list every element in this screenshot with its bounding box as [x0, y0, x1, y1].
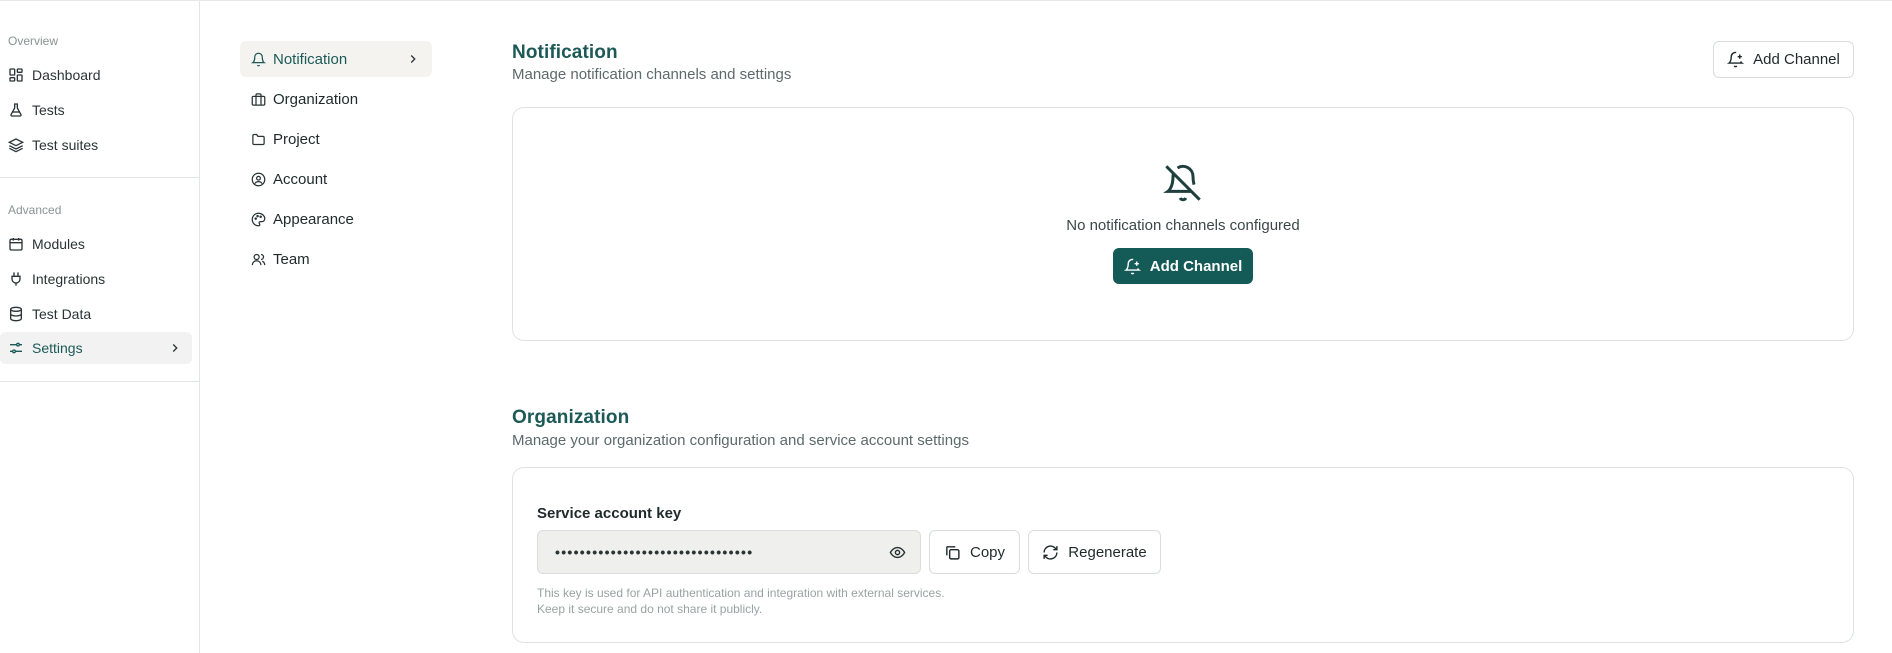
layers-icon: [8, 137, 24, 153]
settings-nav-project[interactable]: Project: [240, 121, 432, 157]
sidebar-item-dashboard[interactable]: Dashboard: [0, 59, 192, 91]
add-channel-primary-label: Add Channel: [1149, 257, 1243, 275]
folder-icon: [251, 132, 266, 147]
notification-title: Notification: [512, 42, 618, 63]
briefcase-icon: [251, 92, 266, 107]
sidebar-item-label: Tests: [32, 102, 65, 118]
organization-subtitle: Manage your organization configuration a…: [512, 432, 969, 449]
add-channel-label: Add Channel: [1753, 51, 1840, 68]
masked-key-value: ••••••••••••••••••••••••••••••••: [555, 544, 754, 560]
palette-icon: [251, 212, 266, 227]
bell-off-icon: [1163, 163, 1203, 203]
service-account-key-label: Service account key: [537, 505, 682, 522]
key-help-text-2: Keep it secure and do not share it publi…: [537, 602, 763, 616]
bell-plus-icon: [1123, 258, 1141, 275]
settings-nav-organization[interactable]: Organization: [240, 81, 432, 117]
layout-grid-icon: [8, 67, 24, 83]
settings-nav-appearance[interactable]: Appearance: [240, 201, 432, 237]
settings-nav-label: Team: [273, 250, 310, 268]
settings-nav-label: Project: [273, 130, 320, 148]
flask-icon: [8, 102, 24, 118]
copy-label: Copy: [969, 543, 1006, 561]
sidebar-item-test-data[interactable]: Test Data: [0, 298, 192, 330]
key-help-text-1: This key is used for API authentication …: [537, 586, 945, 600]
bell-icon: [251, 52, 266, 67]
bell-plus-icon: [1727, 51, 1745, 68]
settings-nav-label: Appearance: [273, 210, 354, 228]
service-account-key-field[interactable]: ••••••••••••••••••••••••••••••••: [537, 530, 921, 574]
refresh-icon: [1042, 544, 1059, 561]
add-channel-primary-button[interactable]: Add Channel: [1113, 248, 1253, 284]
eye-icon[interactable]: [889, 544, 906, 561]
sidebar-section-advanced: Advanced: [8, 203, 62, 217]
settings-nav-team[interactable]: Team: [240, 241, 432, 277]
copy-button[interactable]: Copy: [929, 530, 1020, 574]
main-sidebar: Overview Dashboard Tests Test suites Adv…: [0, 1, 200, 653]
organization-title: Organization: [512, 407, 630, 428]
notification-subtitle: Manage notification channels and setting…: [512, 66, 792, 83]
database-icon: [8, 306, 24, 322]
calendar-icon: [8, 236, 24, 252]
settings-nav-notification[interactable]: Notification: [240, 41, 432, 77]
sidebar-item-settings[interactable]: Settings: [0, 332, 192, 364]
sidebar-item-label: Test suites: [32, 137, 99, 153]
sidebar-item-integrations[interactable]: Integrations: [0, 263, 192, 295]
sidebar-item-label: Modules: [32, 236, 85, 252]
top-border: [0, 0, 1892, 1]
settings-nav-label: Account: [273, 170, 328, 188]
sidebar-divider: [0, 177, 199, 178]
plug-icon: [8, 271, 24, 287]
copy-icon: [944, 544, 961, 561]
sidebar-item-modules[interactable]: Modules: [0, 228, 192, 260]
settings-nav-label: Notification: [273, 50, 348, 68]
sidebar-item-label: Test Data: [32, 306, 92, 322]
regenerate-label: Regenerate: [1068, 543, 1147, 561]
chevron-right-icon: [168, 341, 182, 355]
sidebar-item-label: Settings: [32, 340, 83, 356]
sidebar-item-label: Dashboard: [32, 67, 101, 83]
regenerate-button[interactable]: Regenerate: [1028, 530, 1161, 574]
add-channel-button[interactable]: Add Channel: [1713, 41, 1854, 78]
settings-nav-label: Organization: [273, 90, 359, 108]
empty-state-text: No notification channels configured: [1066, 217, 1300, 234]
sidebar-divider: [0, 381, 199, 382]
sidebar-section-overview: Overview: [8, 34, 59, 48]
sliders-icon: [8, 340, 24, 356]
sidebar-item-tests[interactable]: Tests: [0, 94, 192, 126]
users-icon: [251, 252, 266, 267]
sidebar-item-test-suites[interactable]: Test suites: [0, 129, 192, 161]
settings-nav-account[interactable]: Account: [240, 161, 432, 197]
sidebar-item-label: Integrations: [32, 271, 106, 287]
chevron-right-icon: [406, 52, 420, 66]
user-circle-icon: [251, 172, 266, 187]
